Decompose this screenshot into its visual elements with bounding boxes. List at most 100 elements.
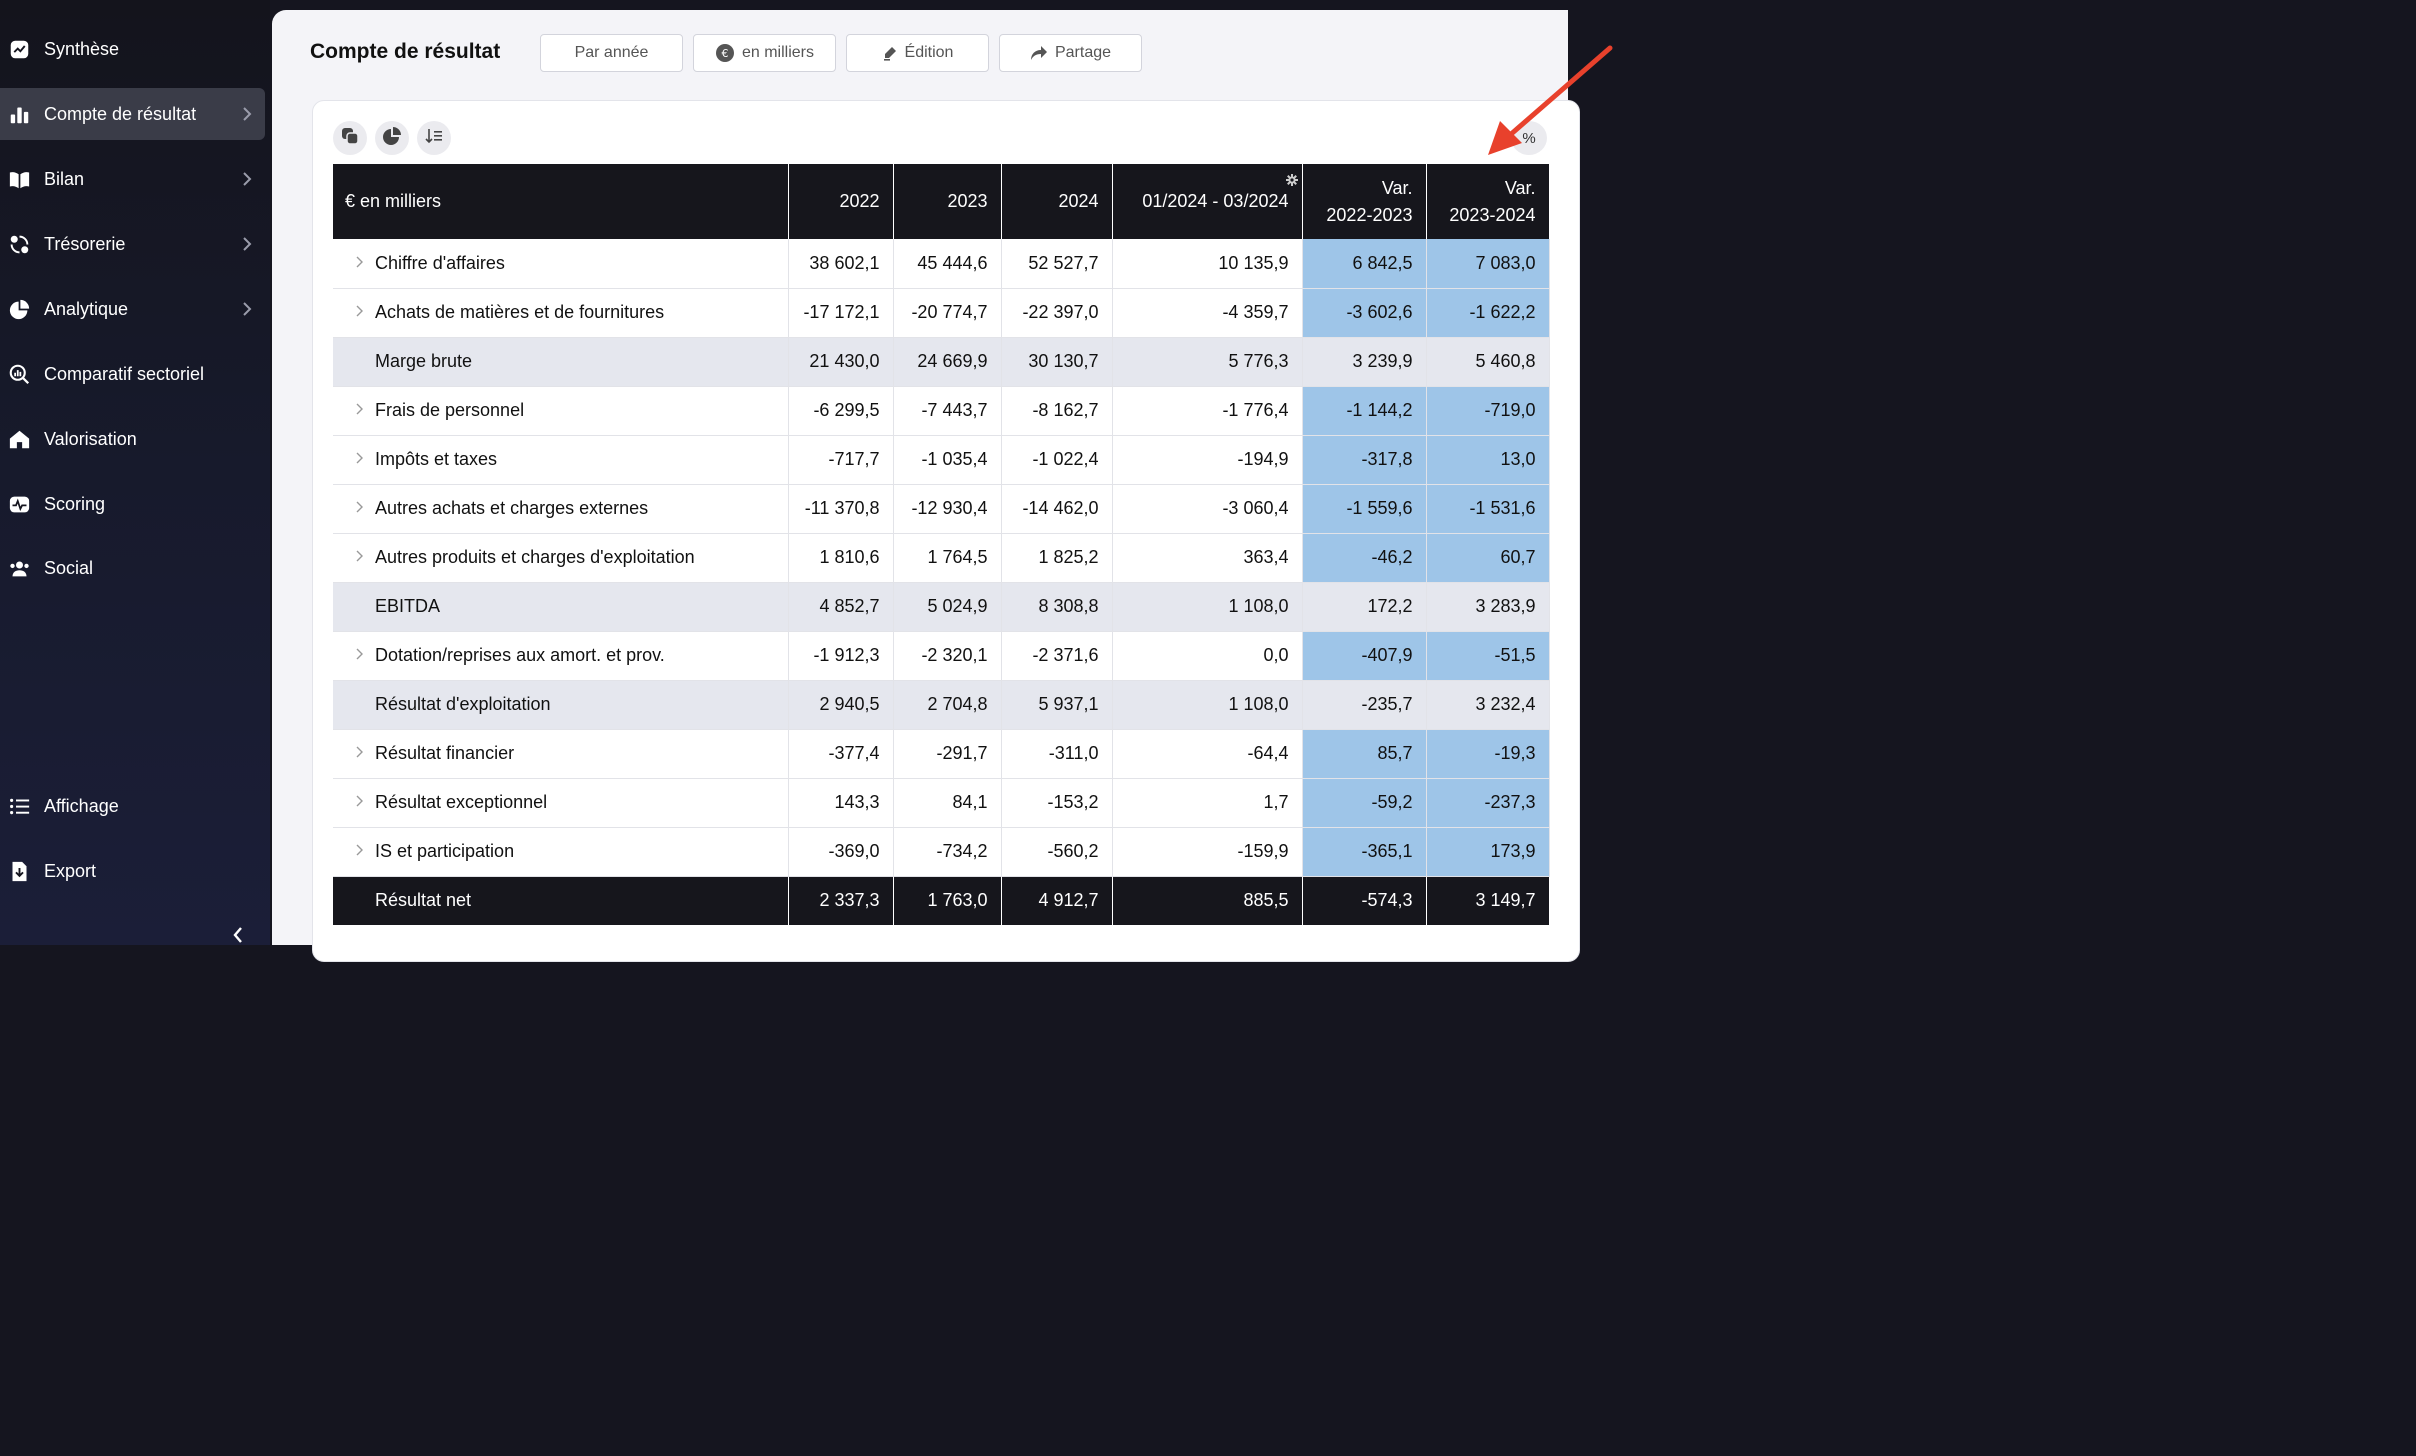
- home-icon: [8, 428, 30, 450]
- sidebar-item-compte-de-resultat[interactable]: Compte de résultat: [0, 88, 265, 140]
- sidebar-item-label: Scoring: [44, 493, 106, 514]
- edit-button[interactable]: Édition: [846, 34, 989, 72]
- unit-button[interactable]: € en milliers: [693, 34, 836, 72]
- variance-cell: 6 842,5: [1302, 239, 1427, 289]
- sidebar-item-label: Compte de résultat: [44, 103, 197, 124]
- value-cell: 4 852,7: [788, 582, 894, 632]
- column-header-var-2023-2024[interactable]: Var. 2023-2024: [1426, 164, 1550, 239]
- sidebar-item-scoring[interactable]: Scoring: [0, 478, 265, 530]
- sidebar-item-label: Comparatif sectoriel: [44, 363, 205, 384]
- sidebar-item-valorisation[interactable]: Valorisation: [0, 413, 265, 465]
- table-row[interactable]: Frais de personnel -6 299,5 -7 443,7 -8 162…: [333, 386, 1550, 436]
- income-statement-table: € en milliers 2022 2023 2024 01/2024 - 0…: [333, 164, 1550, 925]
- variance-cell: 173,9: [1426, 827, 1550, 877]
- sidebar-item-export[interactable]: Export: [0, 845, 265, 897]
- chevron-right-icon: [241, 234, 253, 254]
- table-row[interactable]: Achats de matières et de fournitures -17 …: [333, 288, 1550, 338]
- users-icon: [8, 557, 30, 579]
- share-button[interactable]: Partage: [999, 34, 1142, 72]
- table-row[interactable]: Impôts et taxes -717,7 -1 035,4 -1 022,4 -19…: [333, 435, 1550, 485]
- value-cell: 1 764,5: [893, 533, 1002, 583]
- table-row[interactable]: Chiffre d'affaires 38 602,1 45 444,6 52 527…: [333, 239, 1550, 289]
- value-cell: 2 704,8: [893, 680, 1002, 730]
- value-cell: 1 825,2: [1001, 533, 1113, 583]
- sort-button[interactable]: [417, 121, 451, 155]
- value-cell: 38 602,1: [788, 239, 894, 289]
- sidebar-item-analytique[interactable]: Analytique: [0, 283, 265, 335]
- variance-cell: 3 149,7: [1426, 876, 1550, 925]
- period-button[interactable]: Par année: [540, 34, 683, 72]
- table-row[interactable]: Autres achats et charges externes -11 370…: [333, 484, 1550, 534]
- list-icon: [8, 795, 30, 817]
- variance-cell: -365,1: [1302, 827, 1427, 877]
- value-cell: -1 035,4: [893, 435, 1002, 485]
- expand-chevron-icon[interactable]: [355, 549, 373, 568]
- table-row[interactable]: Autres produits et charges d'exploitatio…: [333, 533, 1550, 583]
- collapse-sidebar-icon[interactable]: [230, 925, 246, 945]
- value-cell: 0,0: [1112, 631, 1303, 681]
- table-row[interactable]: IS et participation -369,0 -734,2 -560,2 -15…: [333, 827, 1550, 877]
- row-label: Achats de matières et de fournitures: [333, 288, 789, 338]
- sidebar-item-bilan[interactable]: Bilan: [0, 153, 265, 205]
- row-label-text: Autres produits et charges d'exploitatio…: [375, 547, 695, 567]
- sidebar-item-label: Bilan: [44, 168, 85, 189]
- expand-chevron-icon[interactable]: [355, 745, 373, 764]
- chevron-right-icon: [241, 299, 253, 319]
- sidebar-item-comparatif-sectoriel[interactable]: Comparatif sectoriel: [0, 348, 265, 400]
- expand-chevron-icon[interactable]: [355, 647, 373, 666]
- column-header-var-2022-2023[interactable]: Var. 2022-2023: [1302, 164, 1427, 239]
- sidebar-item-social[interactable]: Social: [0, 542, 265, 594]
- variance-cell: 3 232,4: [1426, 680, 1550, 730]
- row-label-text: Chiffre d'affaires: [375, 252, 505, 273]
- value-cell: -3 060,4: [1112, 484, 1303, 534]
- sidebar-item-synthese[interactable]: Synthèse: [0, 23, 265, 75]
- column-header-2024[interactable]: 2024: [1001, 164, 1113, 239]
- table-row[interactable]: Résultat financier -377,4 -291,7 -311,0 -64,…: [333, 729, 1550, 779]
- gear-icon[interactable]: [1285, 167, 1298, 186]
- value-cell: 1 108,0: [1112, 582, 1303, 632]
- pulse-icon: [8, 493, 30, 515]
- row-label: Résultat net: [333, 876, 789, 925]
- expand-chevron-icon[interactable]: [355, 255, 373, 274]
- column-header-period[interactable]: 01/2024 - 03/2024: [1112, 164, 1303, 239]
- value-cell: -14 462,0: [1001, 484, 1113, 534]
- expand-chevron-icon[interactable]: [355, 451, 373, 470]
- copy-button[interactable]: [333, 121, 367, 155]
- value-cell: -717,7: [788, 435, 894, 485]
- row-label-text: Autres achats et charges externes: [375, 498, 649, 518]
- expand-chevron-icon[interactable]: [355, 402, 373, 421]
- row-label: Résultat financier: [333, 729, 789, 779]
- bar-chart-icon: [8, 103, 30, 125]
- row-label: Autres achats et charges externes: [333, 484, 789, 534]
- column-header-2023[interactable]: 2023: [893, 164, 1002, 239]
- sidebar-item-tresorerie[interactable]: Trésorerie: [0, 218, 265, 270]
- variance-cell: -46,2: [1302, 533, 1427, 583]
- expand-chevron-icon[interactable]: [355, 304, 373, 323]
- expand-chevron-icon[interactable]: [355, 500, 373, 519]
- row-label-text: Résultat exceptionnel: [375, 792, 548, 812]
- variance-cell: -574,3: [1302, 876, 1427, 925]
- variance-cell: -235,7: [1302, 680, 1427, 730]
- row-label: Résultat exceptionnel: [333, 778, 789, 828]
- pencil-icon: [882, 45, 898, 61]
- value-cell: -17 172,1: [788, 288, 894, 338]
- row-label: EBITDA: [333, 582, 789, 632]
- value-cell: 84,1: [893, 778, 1002, 828]
- pie-chart-icon: [8, 298, 30, 320]
- table-row[interactable]: Résultat exceptionnel 143,3 84,1 -153,2 1,7-…: [333, 778, 1550, 828]
- value-cell: 21 430,0: [788, 337, 894, 387]
- expand-chevron-icon[interactable]: [355, 843, 373, 862]
- column-header-2022[interactable]: 2022: [788, 164, 894, 239]
- percent-toggle-button[interactable]: %: [1511, 121, 1547, 155]
- main-content: Compte de résultat Par année € en millie…: [272, 10, 1613, 962]
- row-label-text: Frais de personnel: [375, 400, 525, 420]
- table-row[interactable]: Dotation/reprises aux amort. et prov. -1 …: [333, 631, 1550, 681]
- table-row: EBITDA 4 852,7 5 024,9 8 308,8 1 108,0 172,2 3…: [333, 582, 1550, 632]
- sidebar-item-affichage[interactable]: Affichage: [0, 780, 265, 832]
- value-cell: -1 776,4: [1112, 386, 1303, 436]
- sidebar: Synthèse Compte de résultat Bilan Trésor…: [0, 0, 270, 945]
- expand-chevron-icon[interactable]: [355, 794, 373, 813]
- chart-button[interactable]: [375, 121, 409, 155]
- variance-cell: 5 460,8: [1426, 337, 1550, 387]
- column-header-period-label: 01/2024 - 03/2024: [1142, 191, 1289, 211]
